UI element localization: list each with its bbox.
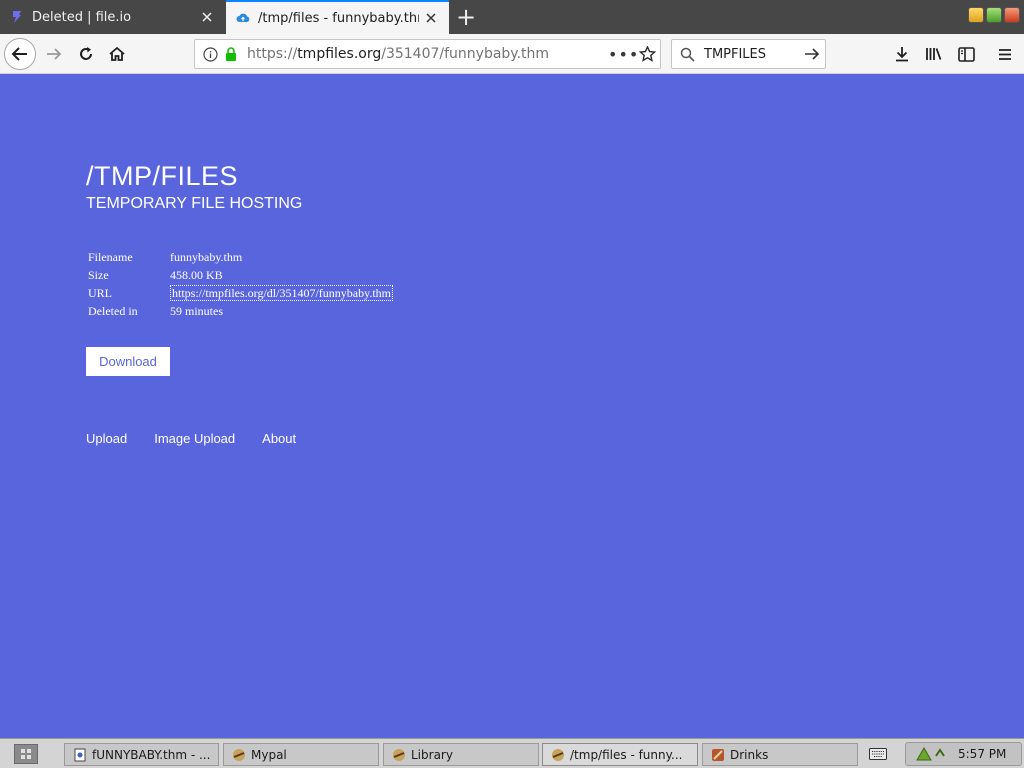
document-icon xyxy=(73,748,87,762)
lock-icon xyxy=(225,47,239,61)
taskbar-item-label: Drinks xyxy=(730,747,769,762)
tab-strip: Deleted | file.io /tmp/files - funnybaby… xyxy=(0,0,1024,34)
sidebar-icon xyxy=(957,46,975,62)
library-icon xyxy=(926,48,942,60)
new-tab-button[interactable]: + xyxy=(452,3,480,31)
about-link[interactable]: About xyxy=(262,431,296,446)
close-tab-icon[interactable] xyxy=(419,6,443,30)
deleted-in-label: Deleted in xyxy=(88,303,138,318)
file-io-icon xyxy=(10,10,24,24)
minimize-button[interactable] xyxy=(968,7,984,23)
navigation-toolbar: https://tmpfiles.org/351407/funnybaby.th… xyxy=(0,34,1024,74)
filename-value: funnybaby.thm xyxy=(170,249,243,264)
taskbar-item-library[interactable]: Library xyxy=(383,743,539,766)
back-button[interactable] xyxy=(4,38,36,70)
taskbar: fUNNYBABY.thm - ... Mypal Library /tmp/f… xyxy=(0,738,1024,768)
search-input[interactable]: TMPFILES xyxy=(704,47,799,62)
table-row: Filename funnybaby.thm xyxy=(86,248,395,266)
download-button[interactable]: Download xyxy=(86,347,170,376)
file-url-link[interactable]: https://tmpfiles.org/dl/351407/funnybaby… xyxy=(170,284,393,301)
file-info-table: Filename funnybaby.thm Size 458.00 KB UR… xyxy=(86,248,395,320)
tab-tmpfiles[interactable]: /tmp/files - funnybaby.thm xyxy=(226,0,449,34)
footer-nav: Upload Image Upload About xyxy=(86,431,323,446)
arrow-left-icon xyxy=(11,47,27,61)
tab-file-io[interactable]: Deleted | file.io xyxy=(0,0,225,34)
size-value: 458.00 KB xyxy=(170,267,223,282)
sidebar-button[interactable] xyxy=(950,38,982,70)
download-icon xyxy=(896,47,908,62)
mypal-icon xyxy=(232,748,246,762)
filename-label: Filename xyxy=(88,249,133,264)
page-content: /TMP/FILES TEMPORARY FILE HOSTING Filena… xyxy=(0,75,1024,737)
table-row: URL https://tmpfiles.org/dl/351407/funny… xyxy=(86,284,395,302)
mypal-icon xyxy=(392,748,406,762)
downloads-button[interactable] xyxy=(886,38,918,70)
home-icon xyxy=(109,46,125,61)
tab-title: /tmp/files - funnybaby.thm xyxy=(258,10,419,26)
info-icon[interactable] xyxy=(203,46,219,62)
taskbar-item-tmpfiles[interactable]: /tmp/files - funny... xyxy=(542,743,698,766)
url-label: URL xyxy=(88,285,112,300)
search-icon xyxy=(680,47,696,62)
start-button[interactable] xyxy=(14,744,38,764)
menu-button[interactable] xyxy=(989,38,1021,70)
drinks-icon xyxy=(711,748,725,762)
reload-button[interactable] xyxy=(70,38,102,70)
grid-icon xyxy=(21,749,31,759)
site-subtitle: TEMPORARY FILE HOSTING xyxy=(86,195,303,212)
taskbar-item-drinks[interactable]: Drinks xyxy=(702,743,858,766)
network-icon[interactable] xyxy=(916,747,932,761)
tab-title: Deleted | file.io xyxy=(32,9,132,25)
taskbar-item-mypal[interactable]: Mypal xyxy=(223,743,379,766)
window-controls xyxy=(968,7,1020,23)
taskbar-item-label: Mypal xyxy=(251,747,287,762)
hamburger-menu-icon xyxy=(999,48,1011,60)
clock: 5:57 PM xyxy=(958,747,1007,761)
size-label: Size xyxy=(88,267,109,282)
url-text: https://tmpfiles.org/351407/funnybaby.th… xyxy=(247,46,550,62)
arrow-right-icon xyxy=(47,48,62,60)
taskbar-item-document[interactable]: fUNNYBABY.thm - ... xyxy=(64,743,219,766)
mypal-icon xyxy=(551,748,565,762)
taskbar-item-label: fUNNYBABY.thm - ... xyxy=(92,747,211,762)
keyboard-icon[interactable] xyxy=(868,746,888,762)
close-window-button[interactable] xyxy=(1004,7,1020,23)
table-row: Deleted in 59 minutes xyxy=(86,302,395,320)
bookmark-star-icon[interactable] xyxy=(634,46,660,62)
taskbar-item-label: Library xyxy=(411,747,453,762)
image-upload-link[interactable]: Image Upload xyxy=(154,431,235,446)
page-actions-icon[interactable]: ••• xyxy=(608,45,638,64)
library-button[interactable] xyxy=(918,38,950,70)
search-bar[interactable]: TMPFILES xyxy=(671,39,826,69)
url-bar[interactable]: https://tmpfiles.org/351407/funnybaby.th… xyxy=(194,39,661,69)
search-go-icon[interactable] xyxy=(799,47,825,61)
home-button[interactable] xyxy=(101,38,133,70)
forward-button[interactable] xyxy=(38,38,70,70)
site-title: /TMP/FILES xyxy=(86,161,239,191)
cloud-upload-icon xyxy=(236,11,250,25)
upload-link[interactable]: Upload xyxy=(86,431,127,446)
maximize-button[interactable] xyxy=(986,7,1002,23)
table-row: Size 458.00 KB xyxy=(86,266,395,284)
reload-icon xyxy=(80,47,92,60)
deleted-in-value: 59 minutes xyxy=(170,303,223,318)
taskbar-item-label: /tmp/files - funny... xyxy=(570,747,683,762)
close-tab-icon[interactable] xyxy=(195,5,219,29)
volume-icon[interactable] xyxy=(934,748,946,760)
